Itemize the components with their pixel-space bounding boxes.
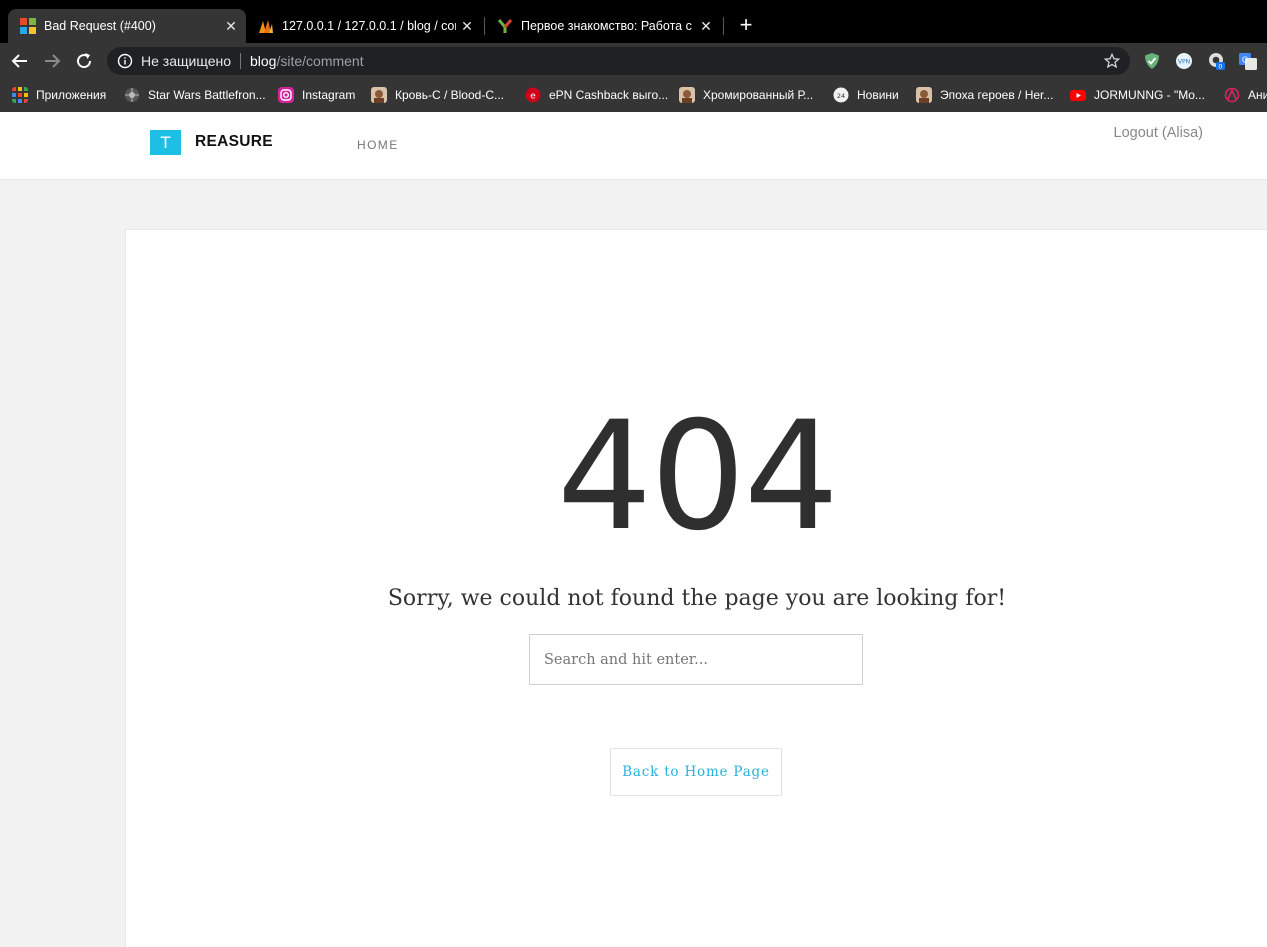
tab-phpmyadmin[interactable]: 127.0.0.1 / 127.0.0.1 / blog / com ✕ <box>246 9 482 43</box>
bookmark-star-wars[interactable]: Star Wars Battlefron... <box>124 85 266 105</box>
bookmark-chrome-blood[interactable]: Хромированный Р... <box>679 85 813 105</box>
bookmark-heroes-age[interactable]: Эпоха героев / Her... <box>916 85 1053 105</box>
bookmark-label: Кровь-С / Blood-C... <box>395 88 504 102</box>
bookmark-label: Ани <box>1248 88 1267 102</box>
svg-text:e: e <box>530 92 536 102</box>
bookmark-star-icon[interactable] <box>1103 52 1121 70</box>
nav-home-link[interactable]: HOME <box>357 138 399 152</box>
bookmark-instagram[interactable]: Instagram <box>278 85 355 105</box>
new-tab-button[interactable]: + <box>734 14 758 38</box>
tab-first-acquaintance[interactable]: Первое знакомство: Работа с ф ✕ <box>485 9 721 43</box>
url-path: /site/comment <box>276 53 364 69</box>
star-wars-icon <box>125 88 139 102</box>
svg-text:G: G <box>1242 56 1248 65</box>
bookmark-label: Эпоха героев / Her... <box>940 88 1054 102</box>
tab-title: Bad Request (#400) <box>44 19 156 33</box>
back-arrow-icon[interactable] <box>8 49 32 73</box>
error-message: Sorry, we could not found the page you a… <box>387 586 1007 611</box>
error-code: 404 <box>556 390 839 564</box>
instagram-icon <box>278 87 294 103</box>
info-icon[interactable] <box>117 53 133 69</box>
site-header: T REASURE HOME Logout (Alisa) <box>0 112 1267 180</box>
bookmark-label: Новини <box>857 88 899 102</box>
address-bar[interactable]: Не защищено blog/site/comment <box>107 47 1130 75</box>
svg-text:VPN: VPN <box>1178 59 1190 66</box>
bookmark-blood-c[interactable]: Кровь-С / Blood-C... <box>371 85 504 105</box>
logout-link[interactable]: Logout (Alisa) <box>1114 125 1203 141</box>
address-divider <box>240 53 241 69</box>
yii-framework-favicon-icon <box>497 19 513 33</box>
apps-grid-icon <box>12 87 28 103</box>
reload-icon[interactable] <box>72 49 96 73</box>
youtube-icon <box>1070 90 1086 101</box>
bookmark-anime[interactable]: Ани <box>1224 85 1267 105</box>
grammarly-extension-icon[interactable]: 0 <box>1207 52 1225 70</box>
bookmark-label: JORMUNNG - "Mo... <box>1094 88 1205 102</box>
search-input[interactable] <box>529 634 863 685</box>
security-label[interactable]: Не защищено <box>141 53 231 69</box>
news-24-icon: 24 <box>833 87 849 103</box>
tab-close-icon[interactable]: ✕ <box>220 18 242 35</box>
bookmark-label: Instagram <box>302 88 356 102</box>
tab-close-icon[interactable]: ✕ <box>695 18 717 35</box>
yii-favicon-icon <box>20 18 36 34</box>
anime-avatar-icon <box>679 87 695 103</box>
browser-toolbar: Не защищено blog/site/comment VPN 0 G <box>0 43 1267 79</box>
bookmark-news[interactable]: 24 Новини <box>833 85 899 105</box>
vpn-extension-icon[interactable]: VPN <box>1175 52 1193 70</box>
bookmark-epn[interactable]: e ePN Cashback выго... <box>525 85 668 105</box>
bookmark-label: ePN Cashback выго... <box>549 88 669 102</box>
anime-avatar-icon <box>916 87 932 103</box>
google-translate-extension-icon[interactable]: G <box>1239 52 1257 70</box>
svg-text:24: 24 <box>837 92 845 100</box>
error-card: 404 Sorry, we could not found the page y… <box>125 229 1267 947</box>
adguard-extension-icon[interactable] <box>1143 52 1161 70</box>
browser-tab-strip: Bad Request (#400) ✕ 127.0.0.1 / 127.0.0… <box>0 0 1267 43</box>
site-logo-text[interactable]: REASURE <box>195 133 273 151</box>
tab-separator <box>723 17 724 35</box>
bookmark-label: Приложения <box>36 88 107 102</box>
bookmarks-bar: Приложения Star Wars Battlefron... Insta… <box>0 79 1267 112</box>
tab-title: Первое знакомство: Работа с ф <box>521 19 695 33</box>
tab-bad-request[interactable]: Bad Request (#400) ✕ <box>8 9 246 43</box>
tab-close-icon[interactable]: ✕ <box>456 18 478 35</box>
anime-avatar-icon <box>371 87 387 103</box>
svg-text:0: 0 <box>1218 63 1222 71</box>
bookmark-label: Star Wars Battlefron... <box>148 88 266 102</box>
phpmyadmin-favicon-icon <box>259 20 273 33</box>
forward-arrow-icon[interactable] <box>40 49 64 73</box>
bookmark-apps[interactable]: Приложения <box>12 85 106 105</box>
site-logo-mark[interactable]: T <box>150 130 181 155</box>
tab-title: 127.0.0.1 / 127.0.0.1 / blog / com <box>282 19 456 33</box>
epn-icon: e <box>525 87 541 103</box>
back-to-home-button[interactable]: Back to Home Page <box>610 748 782 796</box>
url-host: blog <box>250 53 277 69</box>
anime-logo-icon <box>1224 87 1240 103</box>
bookmark-label: Хромированный Р... <box>703 88 814 102</box>
bookmark-jormunng[interactable]: JORMUNNG - "Mo... <box>1070 85 1205 105</box>
